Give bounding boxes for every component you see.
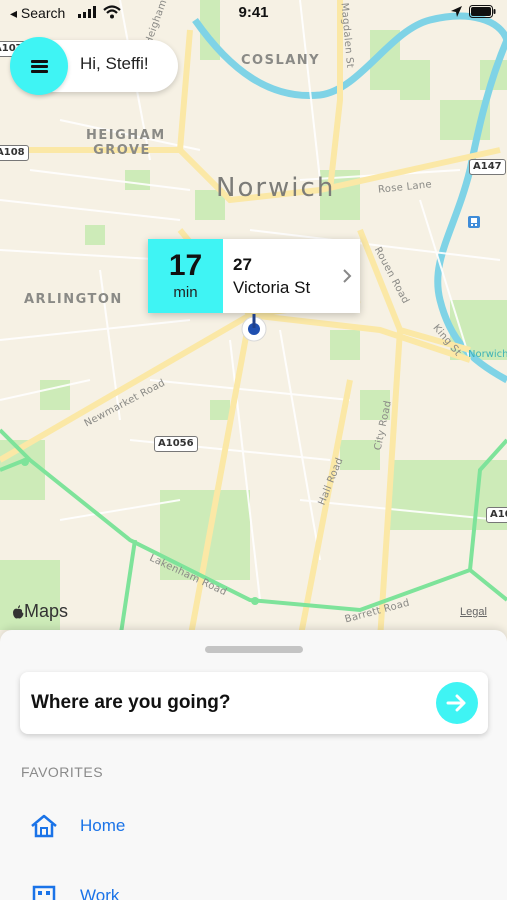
favorite-label-home: Home bbox=[80, 816, 126, 835]
wifi-icon bbox=[103, 5, 121, 19]
map-label-coslany: COSLANY bbox=[241, 53, 321, 68]
favorites-header: FAVORITES bbox=[21, 764, 104, 780]
train-station-icon[interactable] bbox=[467, 215, 481, 229]
apple-logo-icon bbox=[13, 604, 24, 618]
address-number: 27 bbox=[233, 255, 252, 274]
favorite-item-work[interactable]: Work bbox=[30, 884, 119, 900]
road-shield-a108: A108 bbox=[0, 145, 29, 161]
address-street: Victoria St bbox=[233, 278, 311, 297]
apple-maps-attribution: Maps bbox=[12, 601, 68, 622]
hamburger-icon bbox=[30, 58, 48, 75]
battery-icon bbox=[469, 5, 496, 18]
bottom-sheet[interactable]: Where are you going? FAVORITES Home Work bbox=[0, 630, 507, 900]
eta-time-block: 17 min bbox=[148, 239, 223, 313]
house-icon bbox=[31, 814, 57, 838]
maps-wordmark: Maps bbox=[24, 601, 69, 621]
search-placeholder: Where are you going? bbox=[31, 692, 231, 713]
eta-minutes: 17 bbox=[168, 249, 203, 282]
eta-unit: min bbox=[173, 284, 198, 301]
chevron-right-icon bbox=[334, 239, 360, 313]
map-label-heigham-grove: HEIGHAM GROVE bbox=[86, 128, 166, 158]
favorite-label-work: Work bbox=[80, 886, 120, 900]
road-shield-a147: A147 bbox=[469, 159, 506, 175]
location-arrow-icon bbox=[451, 6, 462, 17]
signal-icon bbox=[78, 6, 96, 18]
road-shield-a1056: A1056 bbox=[154, 436, 198, 452]
status-bar: ◂ Search 9:41 bbox=[0, 0, 507, 28]
map-label-city: Norwich bbox=[216, 173, 336, 203]
status-time: 9:41 bbox=[238, 4, 269, 21]
favorite-item-home[interactable]: Home bbox=[30, 814, 125, 838]
destination-eta-card[interactable]: 17 min 27 Victoria St bbox=[148, 239, 360, 313]
arrow-right-icon bbox=[446, 694, 466, 712]
map-label-arlington: ARLINGTON bbox=[24, 292, 123, 307]
legal-link[interactable]: Legal bbox=[460, 606, 487, 618]
greeting-text: Hi, Steffi! bbox=[80, 54, 149, 73]
building-icon bbox=[32, 885, 56, 900]
location-pin-icon[interactable] bbox=[240, 314, 268, 342]
menu-button[interactable] bbox=[10, 37, 68, 95]
destination-search-field[interactable]: Where are you going? bbox=[20, 672, 488, 734]
road-shield-a10: A10 bbox=[486, 507, 507, 523]
go-button[interactable] bbox=[436, 682, 478, 724]
status-icons bbox=[450, 5, 497, 18]
map-label-water: Norwich bbox=[468, 349, 507, 360]
sheet-grabber[interactable] bbox=[205, 646, 303, 653]
eta-address: 27 Victoria St bbox=[223, 239, 334, 313]
